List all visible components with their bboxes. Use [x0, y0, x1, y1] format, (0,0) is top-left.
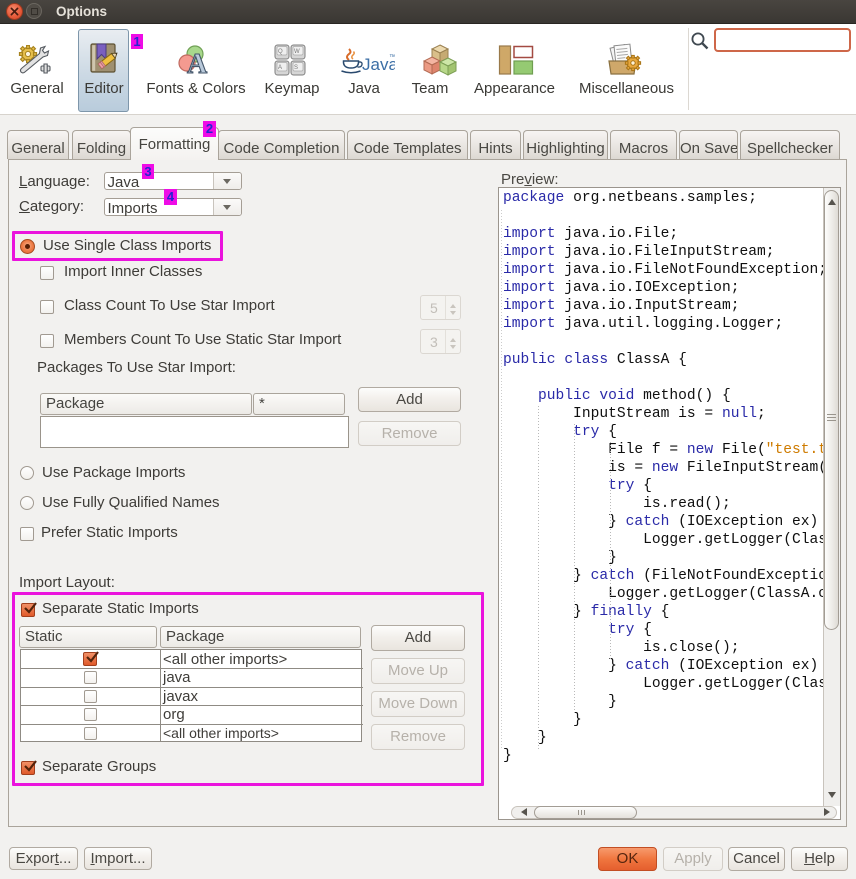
svg-text:A: A [187, 49, 208, 76]
svg-text:W: W [294, 49, 300, 55]
svg-text:A: A [278, 65, 282, 71]
svg-text:S: S [294, 65, 298, 71]
svg-text:Q: Q [278, 49, 283, 55]
svg-text:™: ™ [389, 54, 395, 61]
